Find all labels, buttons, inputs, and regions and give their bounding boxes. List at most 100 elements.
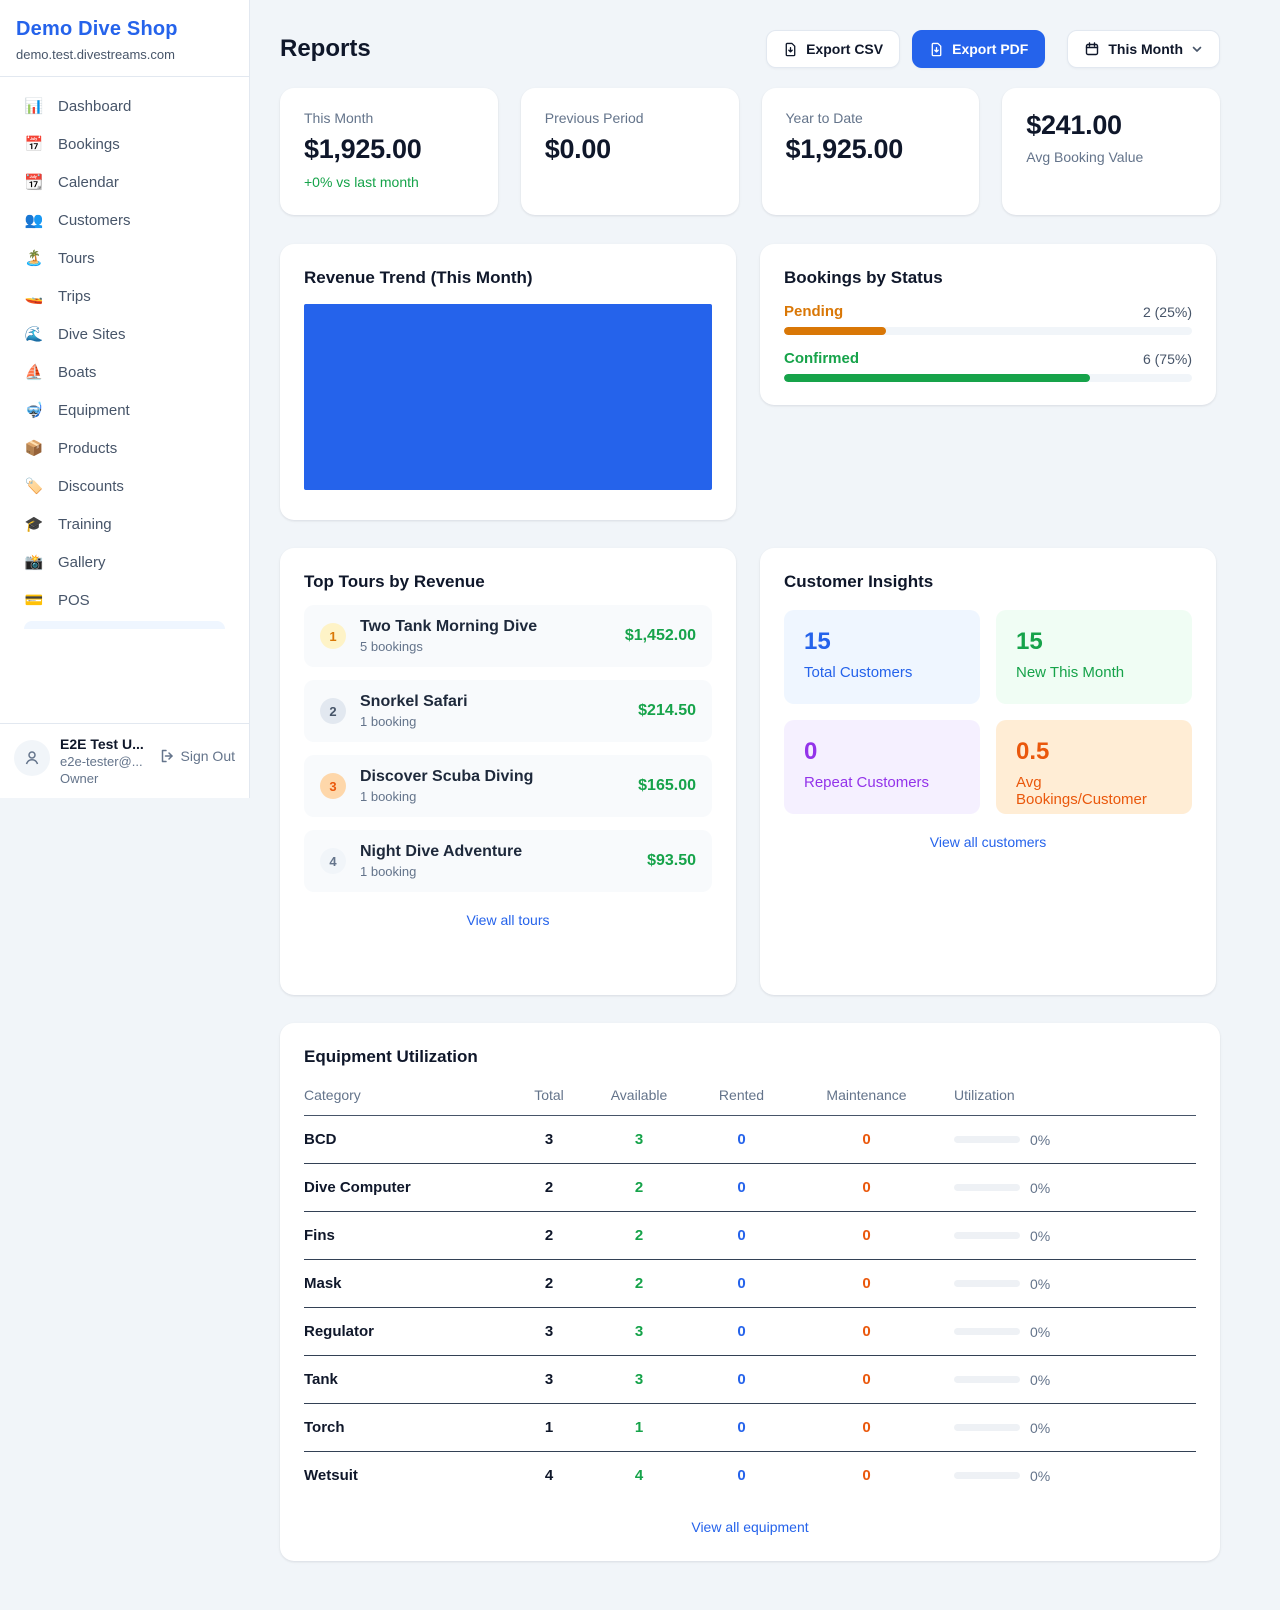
status-bar-fill	[784, 327, 886, 335]
equipment-total: 2	[504, 1227, 594, 1244]
sidebar-item-reports-active-peek[interactable]	[24, 621, 225, 629]
stat-label: Year to Date	[786, 110, 956, 126]
status-bar-fill	[784, 374, 1090, 382]
status-row-pending: Pending 2 (25%)	[784, 303, 1192, 335]
sidebar-item-dive-sites[interactable]: 🌊 Dive Sites	[12, 315, 237, 353]
utilization-bar	[954, 1328, 1020, 1335]
sidebar-item-label: Equipment	[58, 402, 130, 419]
equipment-maintenance: 0	[799, 1371, 934, 1388]
stat-card-previous-period: Previous Period $0.00	[521, 88, 739, 215]
sidebar-item-products[interactable]: 📦 Products	[12, 429, 237, 467]
equipment-category: Torch	[304, 1419, 504, 1436]
tour-amount: $93.50	[647, 852, 696, 870]
view-all-equipment-link[interactable]: View all equipment	[304, 1519, 1196, 1535]
stat-label: Previous Period	[545, 110, 715, 126]
column-header-available: Available	[594, 1087, 684, 1103]
pos-icon: 💳	[24, 591, 44, 609]
equipment-icon: 🤿	[24, 401, 44, 419]
equipment-category: BCD	[304, 1131, 504, 1148]
sidebar-item-label: Products	[58, 440, 117, 457]
equipment-total: 3	[504, 1323, 594, 1340]
page-title: Reports	[280, 35, 371, 63]
column-header-maintenance: Maintenance	[799, 1087, 934, 1103]
tour-bookings: 1 booking	[360, 789, 533, 804]
sidebar-item-tours[interactable]: 🏝️ Tours	[12, 239, 237, 277]
customer-insights-title: Customer Insights	[784, 572, 1192, 592]
sidebar-item-dashboard[interactable]: 📊 Dashboard	[12, 87, 237, 125]
utilization-bar	[954, 1136, 1020, 1143]
stat-label: This Month	[304, 110, 474, 126]
equipment-total: 3	[504, 1371, 594, 1388]
period-select[interactable]: This Month	[1067, 30, 1220, 68]
sidebar-item-discounts[interactable]: 🏷️ Discounts	[12, 467, 237, 505]
stat-delta: +0% vs last month	[304, 174, 474, 190]
sign-out-button[interactable]: Sign Out	[159, 748, 235, 764]
sidebar-item-boats[interactable]: ⛵ Boats	[12, 353, 237, 391]
equipment-available: 3	[594, 1371, 684, 1388]
tile-label: New This Month	[1016, 664, 1172, 681]
sidebar-item-gallery[interactable]: 📸 Gallery	[12, 543, 237, 581]
status-bar-track	[784, 374, 1192, 382]
view-all-tours-link[interactable]: View all tours	[304, 912, 712, 928]
revenue-trend-title: Revenue Trend (This Month)	[304, 268, 712, 288]
dive-sites-icon: 🌊	[24, 325, 44, 343]
tour-name: Discover Scuba Diving	[360, 768, 533, 786]
sidebar-item-equipment[interactable]: 🤿 Equipment	[12, 391, 237, 429]
equipment-maintenance: 0	[799, 1131, 934, 1148]
sidebar-item-customers[interactable]: 👥 Customers	[12, 201, 237, 239]
equipment-maintenance: 0	[799, 1275, 934, 1292]
table-row: Fins 2 2 0 0 0%	[304, 1212, 1196, 1260]
equipment-maintenance: 0	[799, 1467, 934, 1484]
tours-icon: 🏝️	[24, 249, 44, 267]
avatar	[14, 740, 50, 776]
sign-out-icon	[159, 748, 175, 764]
equipment-maintenance: 0	[799, 1227, 934, 1244]
equipment-category: Tank	[304, 1371, 504, 1388]
sidebar-item-training[interactable]: 🎓 Training	[12, 505, 237, 543]
sidebar-item-label: Training	[58, 516, 112, 533]
stat-value: $1,925.00	[304, 134, 474, 165]
column-header-category: Category	[304, 1087, 504, 1103]
sidebar-item-label: Trips	[58, 288, 91, 305]
tour-amount: $165.00	[638, 777, 696, 795]
stat-value: $0.00	[545, 134, 715, 165]
utilization-value: 0%	[1030, 1372, 1050, 1388]
header-actions: Export CSV Export PDF This Month	[766, 30, 1220, 68]
utilization-bar	[954, 1232, 1020, 1239]
chevron-down-icon	[1191, 43, 1203, 55]
tour-name: Snorkel Safari	[360, 693, 468, 711]
view-all-customers-link[interactable]: View all customers	[784, 834, 1192, 850]
brand-domain: demo.test.divestreams.com	[16, 47, 233, 62]
equipment-maintenance: 0	[799, 1323, 934, 1340]
insights-row: Top Tours by Revenue 1 Two Tank Morning …	[280, 548, 1220, 995]
export-pdf-button[interactable]: Export PDF	[912, 30, 1045, 68]
equipment-available: 4	[594, 1467, 684, 1484]
sidebar-item-trips[interactable]: 🚤 Trips	[12, 277, 237, 315]
tour-name: Two Tank Morning Dive	[360, 618, 537, 636]
export-csv-button[interactable]: Export CSV	[766, 30, 900, 68]
sidebar-item-label: Dashboard	[58, 98, 131, 115]
tour-row: 2 Snorkel Safari 1 booking $214.50	[304, 680, 712, 742]
bookings-icon: 📅	[24, 135, 44, 153]
rank-badge: 1	[320, 623, 346, 649]
rank-badge: 4	[320, 848, 346, 874]
equipment-rented: 0	[684, 1419, 799, 1436]
brand-name[interactable]: Demo Dive Shop	[16, 18, 233, 41]
tour-row: 3 Discover Scuba Diving 1 booking $165.0…	[304, 755, 712, 817]
tile-label: Avg Bookings/Customer	[1016, 774, 1172, 808]
export-pdf-label: Export PDF	[952, 41, 1028, 57]
sidebar-item-bookings[interactable]: 📅 Bookings	[12, 125, 237, 163]
sidebar-item-calendar[interactable]: 📆 Calendar	[12, 163, 237, 201]
utilization-value: 0%	[1030, 1324, 1050, 1340]
table-row: BCD 3 3 0 0 0%	[304, 1116, 1196, 1164]
equipment-total: 1	[504, 1419, 594, 1436]
equipment-table-header: Category Total Available Rented Maintena…	[304, 1087, 1196, 1116]
insight-tiles: 15 Total Customers 15 New This Month 0 R…	[784, 610, 1192, 814]
stat-label: Avg Booking Value	[1026, 149, 1196, 165]
rank-badge: 3	[320, 773, 346, 799]
sidebar-item-pos[interactable]: 💳 POS	[12, 581, 237, 619]
sidebar-item-label: Bookings	[58, 136, 120, 153]
sidebar-item-label: Dive Sites	[58, 326, 126, 343]
user-info: E2E Test U... e2e-tester@... Owner	[60, 736, 144, 786]
main-content: Reports Export CSV Export PDF	[280, 0, 1220, 1589]
